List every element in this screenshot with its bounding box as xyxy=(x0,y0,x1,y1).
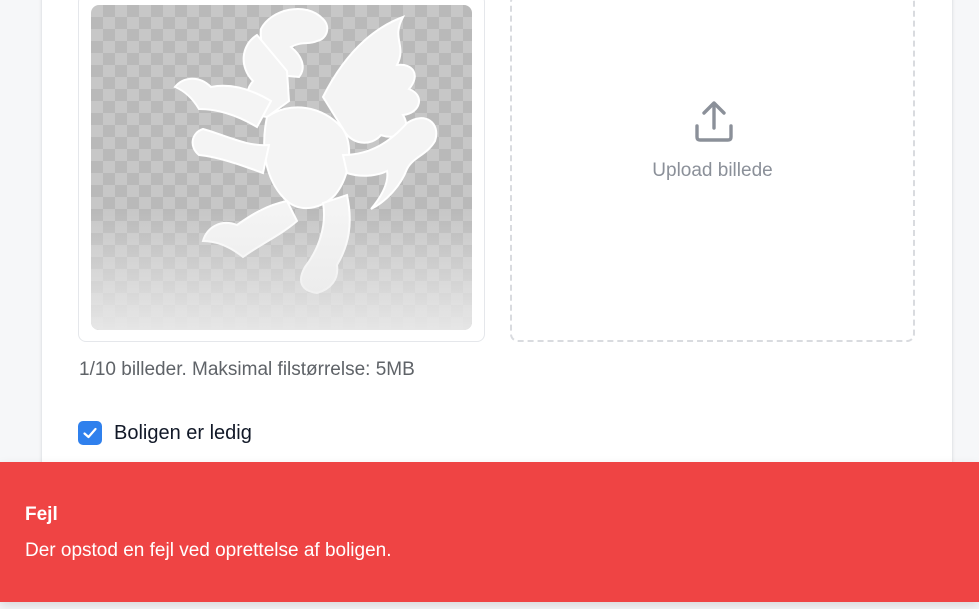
upload-label: Upload billede xyxy=(652,160,773,181)
toast-message: Der opstod en fejl ved oprettelse af bol… xyxy=(25,540,392,561)
upload-icon xyxy=(695,101,733,142)
image-preview xyxy=(91,5,472,330)
checkmark-icon xyxy=(83,427,97,439)
availability-row[interactable]: Boligen er ledig xyxy=(78,421,252,445)
toast-title: Fejl xyxy=(25,504,58,525)
image-limit-hint: 1/10 billeder. Maksimal filstørrelse: 5M… xyxy=(79,359,415,380)
image-preview-tile[interactable] xyxy=(78,0,485,342)
availability-checkbox[interactable] xyxy=(78,421,102,445)
error-toast[interactable]: Fejl Der opstod en fejl ved oprettelse a… xyxy=(0,462,979,602)
availability-label: Boligen er ledig xyxy=(114,421,252,444)
upload-dropzone[interactable]: Upload billede xyxy=(510,0,915,342)
